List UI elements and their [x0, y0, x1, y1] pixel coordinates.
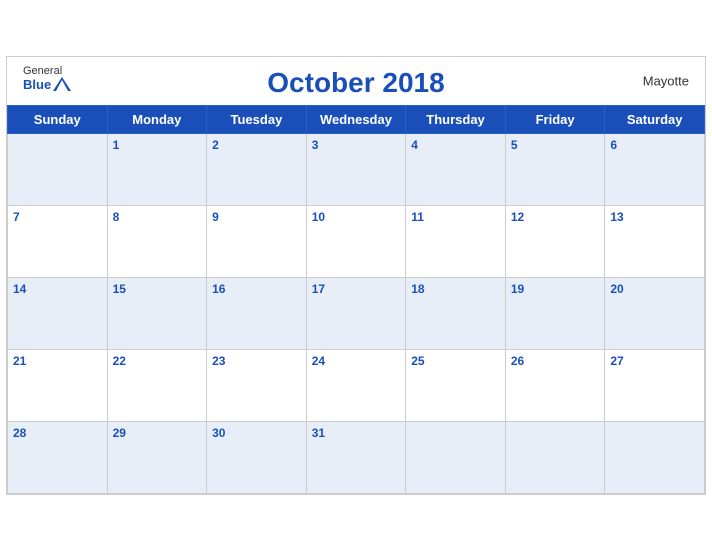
day-number: 5 — [511, 138, 518, 152]
day-number: 16 — [212, 282, 225, 296]
week-row-4: 28 29 30 31 — [8, 421, 705, 493]
calendar-cell: 26 — [505, 349, 605, 421]
day-number: 22 — [113, 354, 126, 368]
calendar-cell — [505, 421, 605, 493]
day-number: 29 — [113, 426, 126, 440]
calendar-cell: 22 — [107, 349, 207, 421]
calendar-cell — [605, 421, 705, 493]
day-number: 9 — [212, 210, 219, 224]
day-number: 8 — [113, 210, 120, 224]
calendar-cell: 25 — [406, 349, 506, 421]
calendar-cell: 9 — [207, 205, 307, 277]
calendar-table: Sunday Monday Tuesday Wednesday Thursday… — [7, 105, 705, 494]
day-number: 11 — [411, 210, 424, 224]
calendar-cell: 21 — [8, 349, 108, 421]
calendar-cell: 5 — [505, 133, 605, 205]
day-number: 27 — [610, 354, 623, 368]
day-number: 18 — [411, 282, 424, 296]
region-label: Mayotte — [643, 73, 689, 88]
day-number: 30 — [212, 426, 225, 440]
calendar-cell: 19 — [505, 277, 605, 349]
calendar-cell: 31 — [306, 421, 406, 493]
day-number: 19 — [511, 282, 524, 296]
calendar-cell: 29 — [107, 421, 207, 493]
day-number: 7 — [13, 210, 20, 224]
calendar-cell: 2 — [207, 133, 307, 205]
week-row-1: 7 8 9 10 11 12 13 — [8, 205, 705, 277]
calendar-cell: 8 — [107, 205, 207, 277]
day-number: 6 — [610, 138, 617, 152]
day-number: 24 — [312, 354, 325, 368]
day-number: 25 — [411, 354, 424, 368]
day-number: 26 — [511, 354, 524, 368]
calendar-cell: 16 — [207, 277, 307, 349]
header-sunday: Sunday — [8, 105, 108, 133]
calendar-cell: 4 — [406, 133, 506, 205]
day-number: 20 — [610, 282, 623, 296]
calendar-body: 1234567891011121314151617181920212223242… — [8, 133, 705, 493]
calendar-cell: 1 — [107, 133, 207, 205]
logo-blue: Blue — [23, 77, 51, 92]
day-number: 3 — [312, 138, 319, 152]
day-number: 23 — [212, 354, 225, 368]
day-number: 13 — [610, 210, 623, 224]
header-wednesday: Wednesday — [306, 105, 406, 133]
calendar-cell: 3 — [306, 133, 406, 205]
calendar-cell: 17 — [306, 277, 406, 349]
weekday-header-row: Sunday Monday Tuesday Wednesday Thursday… — [8, 105, 705, 133]
calendar-cell: 18 — [406, 277, 506, 349]
calendar: General Blue October 2018 Mayotte Sunday… — [6, 56, 706, 495]
header-tuesday: Tuesday — [207, 105, 307, 133]
calendar-cell: 28 — [8, 421, 108, 493]
logo-general: General — [23, 65, 62, 77]
day-number: 4 — [411, 138, 418, 152]
calendar-cell: 11 — [406, 205, 506, 277]
day-number: 10 — [312, 210, 325, 224]
week-row-2: 14 15 16 17 18 19 20 — [8, 277, 705, 349]
calendar-cell: 6 — [605, 133, 705, 205]
header-monday: Monday — [107, 105, 207, 133]
calendar-cell: 20 — [605, 277, 705, 349]
day-number: 17 — [312, 282, 325, 296]
day-number: 21 — [13, 354, 26, 368]
week-row-3: 21 22 23 24 25 26 27 — [8, 349, 705, 421]
calendar-cell — [406, 421, 506, 493]
calendar-cell: 7 — [8, 205, 108, 277]
calendar-header: General Blue October 2018 Mayotte — [7, 57, 705, 105]
day-number: 28 — [13, 426, 26, 440]
day-number: 14 — [13, 282, 26, 296]
calendar-cell: 24 — [306, 349, 406, 421]
calendar-cell: 13 — [605, 205, 705, 277]
header-friday: Friday — [505, 105, 605, 133]
calendar-cell: 30 — [207, 421, 307, 493]
day-number: 2 — [212, 138, 219, 152]
calendar-cell: 27 — [605, 349, 705, 421]
day-number: 12 — [511, 210, 524, 224]
calendar-cell: 12 — [505, 205, 605, 277]
calendar-cell: 23 — [207, 349, 307, 421]
header-thursday: Thursday — [406, 105, 506, 133]
logo: General Blue — [23, 65, 71, 92]
month-title: October 2018 — [267, 67, 444, 99]
day-number: 31 — [312, 426, 325, 440]
calendar-cell: 14 — [8, 277, 108, 349]
calendar-cell: 10 — [306, 205, 406, 277]
logo-icon — [53, 77, 71, 91]
calendar-cell — [8, 133, 108, 205]
calendar-cell: 15 — [107, 277, 207, 349]
week-row-0: 1 2 3 4 5 6 — [8, 133, 705, 205]
day-number: 1 — [113, 138, 120, 152]
day-number: 15 — [113, 282, 126, 296]
header-saturday: Saturday — [605, 105, 705, 133]
